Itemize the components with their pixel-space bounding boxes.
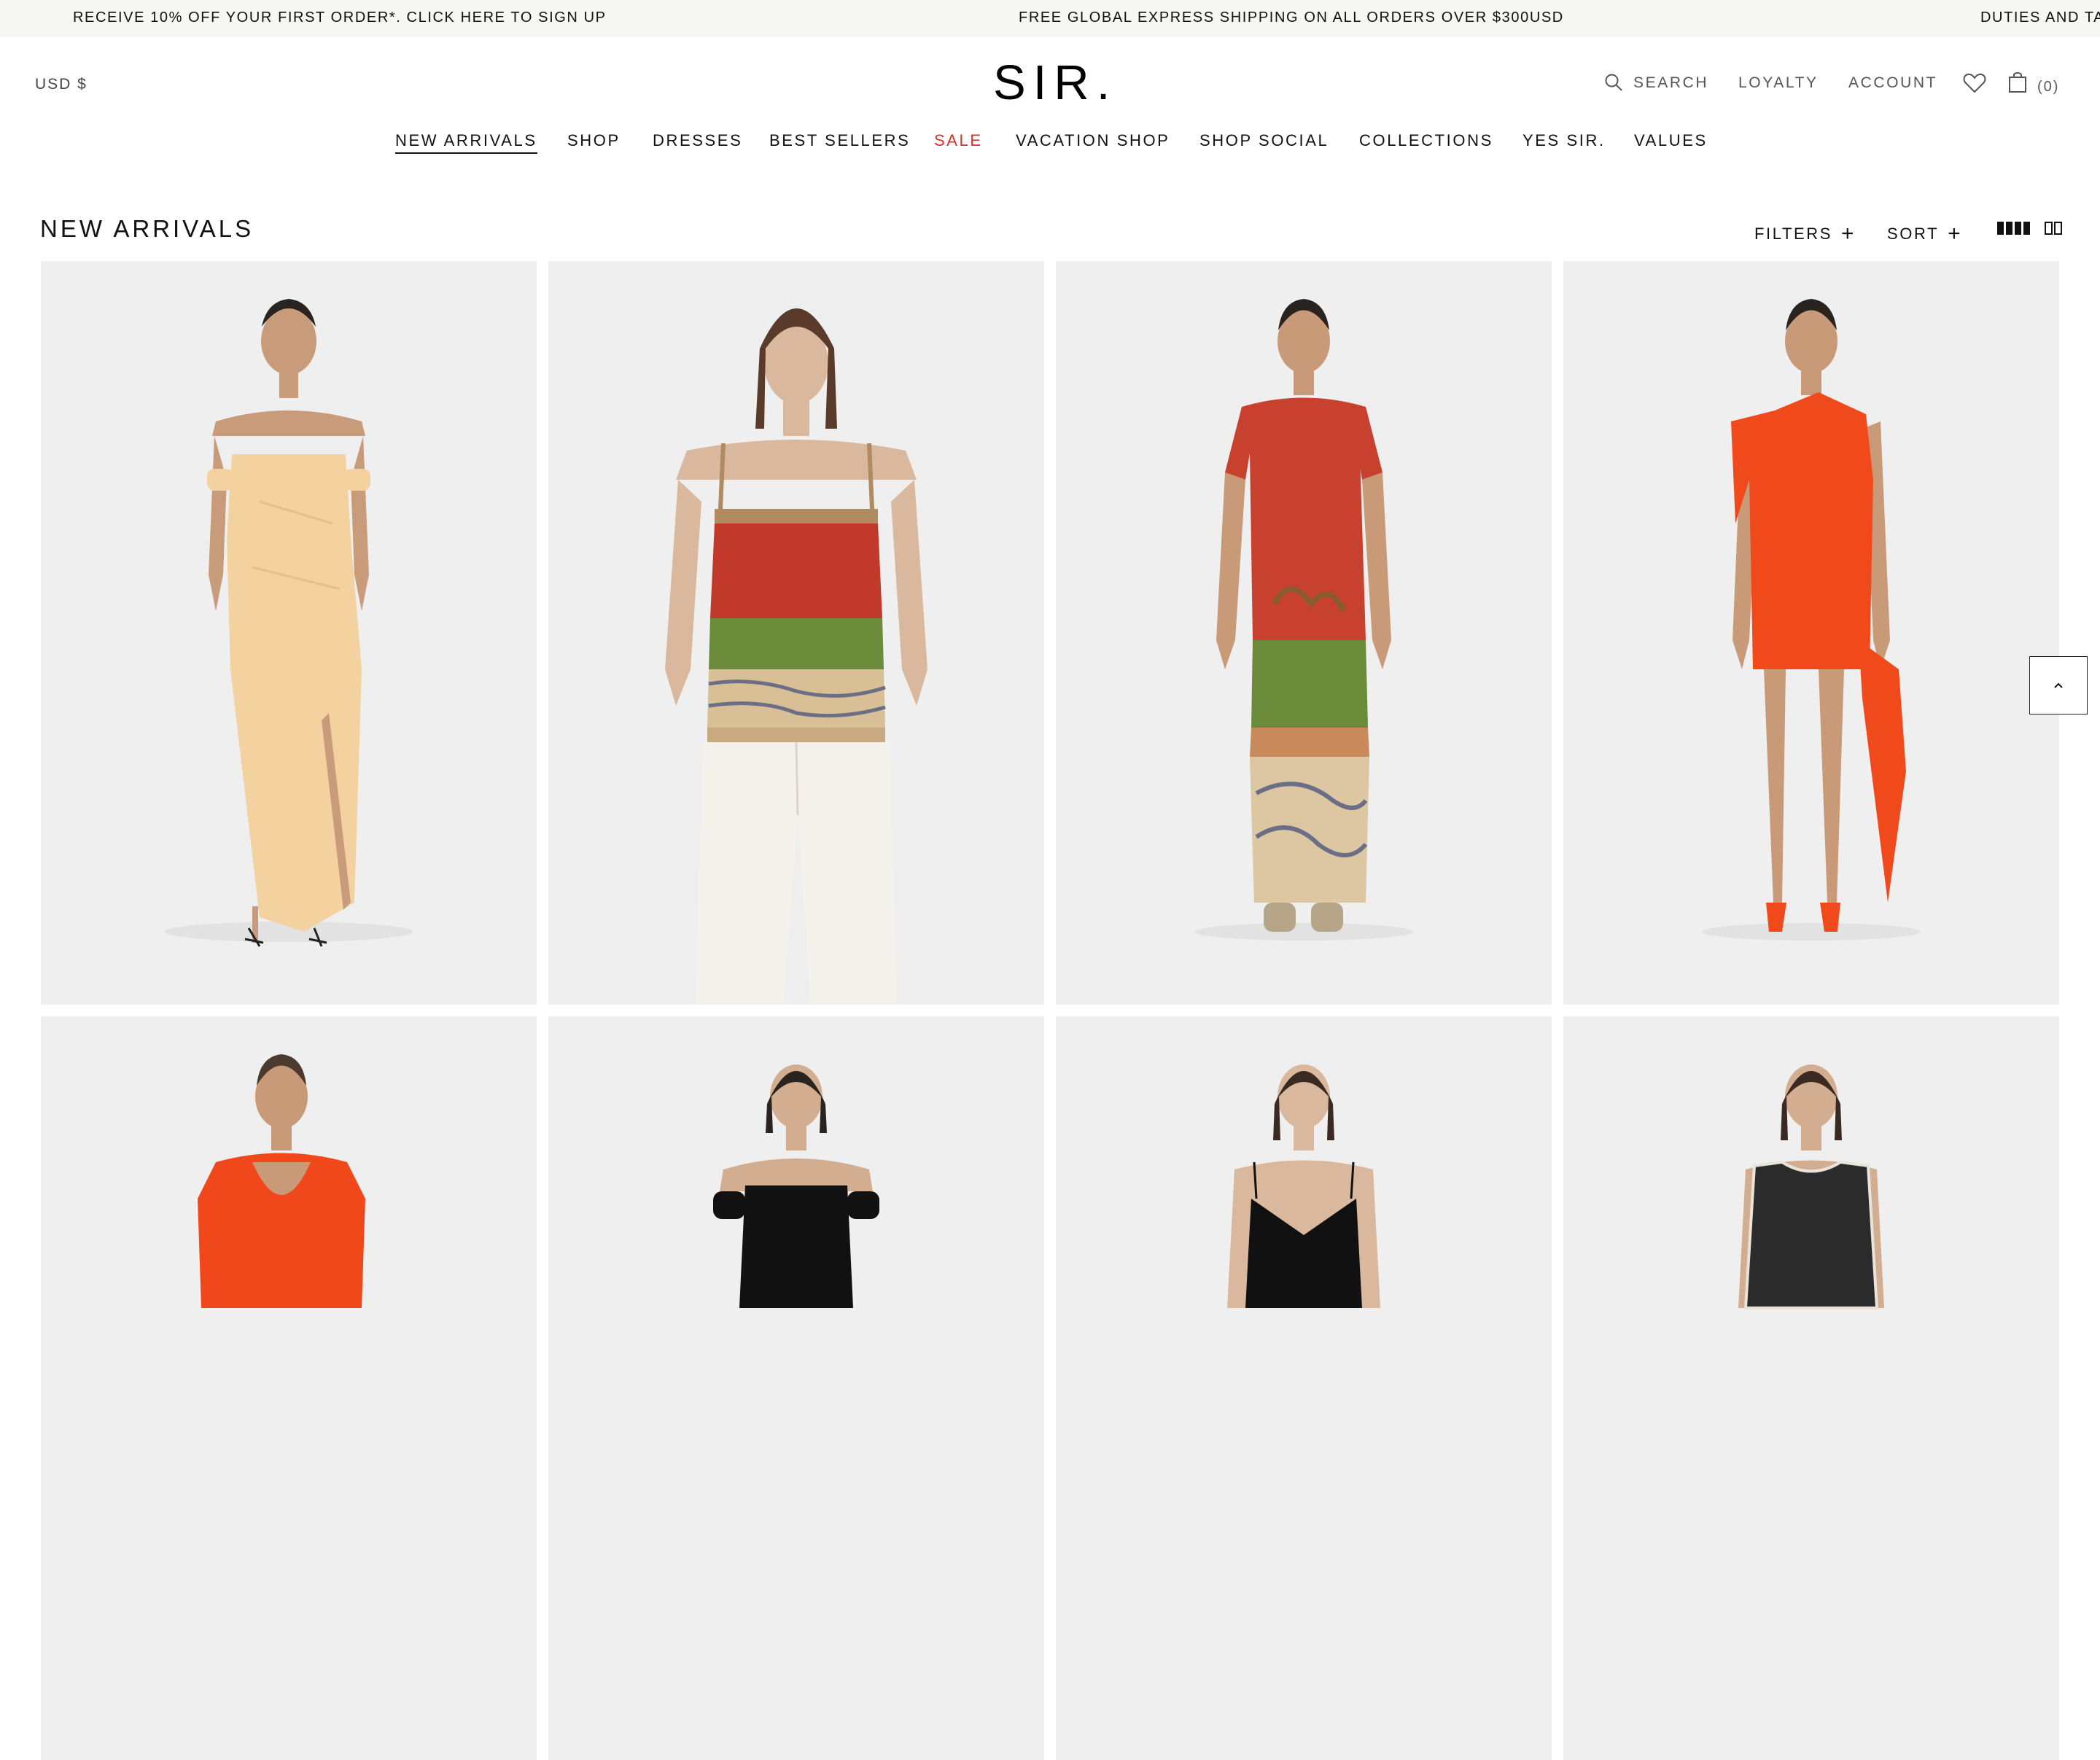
product-image (1702, 299, 1921, 941)
search-link[interactable]: SEARCH (1633, 74, 1708, 92)
page-title: NEW ARRIVALS (40, 215, 254, 242)
signup-promo-link[interactable]: RECEIVE 10% OFF YOUR FIRST ORDER*. CLICK… (73, 9, 607, 26)
loyalty-link[interactable]: LOYALTY (1738, 74, 1819, 92)
bag-count[interactable]: (0) (2037, 79, 2059, 96)
shopping-bag-icon[interactable] (2008, 71, 2027, 93)
product-card[interactable] (41, 1016, 537, 1760)
filters-label: FILTERS (1754, 225, 1833, 243)
announcement-bar: RECEIVE 10% OFF YOUR FIRST ORDER*. CLICK… (0, 0, 2100, 37)
filters-button[interactable]: FILTERS + (1754, 220, 1856, 246)
product-card[interactable] (548, 1016, 1044, 1760)
product-image (713, 1064, 879, 1308)
product-card[interactable] (1563, 1016, 2059, 1760)
product-image (1194, 299, 1413, 941)
heart-icon[interactable] (1963, 73, 1986, 93)
listing-toolbar: NEW ARRIVALS FILTERS + SORT + (0, 208, 2100, 252)
nav-item-values[interactable]: VALUES (1634, 131, 1708, 150)
grid-four-icon[interactable] (1997, 222, 2031, 235)
currency-selector[interactable]: USD $ (35, 76, 88, 93)
duties-message: DUTIES AND TA (1980, 9, 2100, 26)
nav-item-yes-sir[interactable]: YES SIR. (1522, 131, 1606, 150)
plus-icon: + (1841, 222, 1856, 246)
product-image (1227, 1064, 1380, 1308)
product-image (665, 308, 928, 1005)
nav-item-best-sellers[interactable]: BEST SELLERS (769, 131, 910, 150)
nav-item-shop-social[interactable]: SHOP SOCIAL (1199, 131, 1329, 150)
nav-item-dresses[interactable]: DRESSES (653, 131, 742, 150)
nav-item-vacation-shop[interactable]: VACATION SHOP (1016, 131, 1170, 150)
nav-item-sale[interactable]: SALE (934, 131, 983, 150)
sort-button[interactable]: SORT + (1887, 220, 1963, 246)
nav-item-new-arrivals[interactable]: NEW ARRIVALS (395, 131, 537, 154)
plus-icon: + (1948, 222, 1963, 246)
product-image (165, 299, 413, 947)
product-card[interactable] (1563, 261, 2059, 1005)
product-card[interactable] (41, 261, 537, 1005)
account-link[interactable]: ACCOUNT (1848, 74, 1937, 92)
product-card[interactable] (1056, 261, 1552, 1005)
product-image (198, 1054, 365, 1308)
product-card[interactable] (1056, 1016, 1552, 1760)
chevron-up-icon (2054, 682, 2063, 688)
nav-item-shop[interactable]: SHOP (567, 131, 621, 150)
search-icon[interactable] (1604, 73, 1623, 92)
back-to-top-button[interactable] (2029, 656, 2088, 714)
brand-logo[interactable]: SIR. (993, 55, 1117, 111)
product-card[interactable] (548, 261, 1044, 1005)
product-image (1738, 1064, 1884, 1309)
site-header: USD $ SIR. SEARCH LOYALTY ACCOUNT (0) NE… (0, 37, 2100, 168)
nav-item-collections[interactable]: COLLECTIONS (1359, 131, 1493, 150)
grid-two-icon[interactable] (2045, 222, 2062, 235)
sort-label: SORT (1887, 225, 1940, 243)
shipping-message: FREE GLOBAL EXPRESS SHIPPING ON ALL ORDE… (1019, 9, 1564, 26)
